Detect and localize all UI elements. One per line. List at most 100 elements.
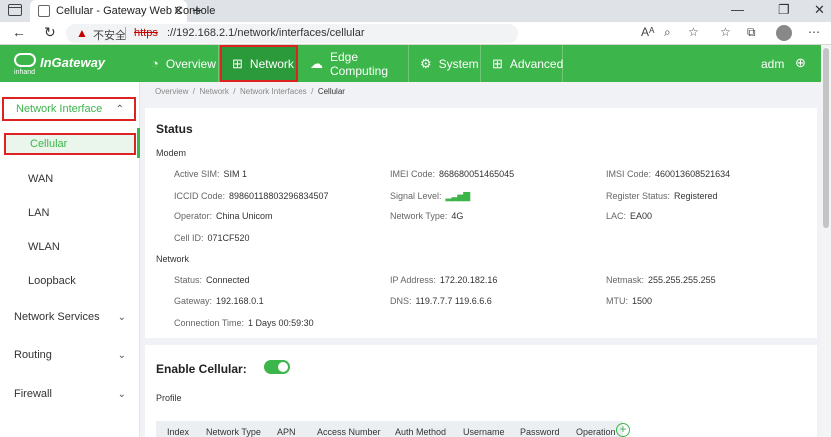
close-window-icon[interactable]: ✕ (814, 2, 825, 18)
sidebar-item-lan[interactable]: LAN (4, 202, 136, 224)
field-label: Signal Level: (390, 191, 442, 201)
column-header: Username (463, 427, 505, 437)
field-label: IMEI Code: (390, 169, 436, 179)
field-imsi: IMSI Code: 460013608521634 (606, 169, 730, 179)
enable-cellular-toggle[interactable] (264, 360, 290, 374)
refresh-icon[interactable]: ↻ (44, 24, 56, 41)
column-header: Network Type (206, 427, 261, 437)
sidebar-group-label: Firewall (14, 388, 52, 400)
nav-system[interactable]: ⚙ System (409, 45, 481, 82)
field-mtu: MTU: 1500 (606, 296, 652, 306)
warning-icon: ▲ (76, 26, 88, 40)
new-tab-icon[interactable]: + (192, 1, 202, 21)
field-lac: LAC: EA00 (606, 211, 652, 221)
minimize-icon[interactable]: — (731, 2, 744, 17)
chevron-down-icon: ⌄ (117, 349, 126, 361)
field-value: 89860118803296834507 (229, 191, 329, 201)
sidebar-item-wan[interactable]: WAN (4, 168, 136, 190)
brand-name: InGateway (40, 55, 106, 70)
address-bar-row: ← ↻ ▲ 不安全 https ://192.168.2.1/network/i… (0, 22, 831, 45)
nav-advanced[interactable]: ⊞ Advanced (481, 45, 563, 82)
nav-network[interactable]: ⊞ Network (220, 45, 298, 82)
field-label: Active SIM: (174, 169, 220, 179)
status-title: Status (156, 122, 193, 136)
sidebar-group-network-interface[interactable]: Network Interface ⌃ (2, 97, 136, 121)
back-icon[interactable]: ← (12, 24, 26, 40)
scrollbar-thumb[interactable] (823, 48, 829, 228)
profile-table-header: Index Network Type APN Access Number Aut… (156, 421, 623, 437)
browser-tab-strip: Cellular - Gateway Web Console ✕ + — ❐ ✕ (0, 0, 831, 22)
sidebar-item-wlan[interactable]: WLAN (4, 236, 136, 258)
sidebar-item-label: WLAN (28, 241, 60, 253)
sidebar-item-label: Cellular (30, 138, 68, 150)
collections-icon[interactable]: ⧉ (747, 25, 756, 40)
restore-icon[interactable]: ❐ (778, 2, 790, 18)
chevron-up-icon: ⌃ (115, 103, 124, 115)
field-label: ICCID Code: (174, 191, 226, 201)
field-signal-level: Signal Level: ▂▃▅▇ (390, 191, 471, 202)
field-value: SIM 1 (223, 169, 248, 179)
field-label: DNS: (390, 296, 412, 306)
sidebar-item-label: WAN (28, 173, 54, 185)
column-header: APN (277, 427, 296, 437)
sidebar-group-network-services[interactable]: Network Services ⌄ (2, 305, 136, 329)
field-label: IMSI Code: (606, 169, 652, 179)
sidebar-item-label: Loopback (28, 275, 76, 287)
sidebar-group-label: Network Services (14, 311, 100, 323)
address-bar[interactable]: ▲ 不安全 https ://192.168.2.1/network/inter… (66, 24, 518, 43)
sidebar-item-label: LAN (28, 207, 50, 219)
breadcrumb-current: Cellular (317, 87, 345, 96)
app-header: InGateway inhand ◔ Overview ⊞ Network ☁ … (0, 45, 821, 82)
nav-overview[interactable]: ◔ Overview (139, 45, 219, 82)
field-value: 1500 (632, 296, 653, 306)
tab-favicon-icon (38, 5, 50, 17)
field-value: 255.255.255.255 (648, 275, 716, 285)
column-header: Password (520, 427, 560, 437)
field-register-status: Register Status: Registered (606, 191, 718, 201)
browser-tab[interactable]: Cellular - Gateway Web Console ✕ (30, 0, 215, 22)
tab-close-icon[interactable]: ✕ (173, 3, 184, 19)
field-iccid: ICCID Code: 89860118803296834507 (174, 191, 328, 201)
field-value: Registered (674, 191, 718, 201)
breadcrumb-network-interfaces[interactable]: Network Interfaces (240, 87, 307, 96)
chevron-down-icon: ⌄ (117, 388, 126, 400)
nav-label: Network (249, 56, 294, 71)
field-operator: Operator: China Unicom (174, 211, 273, 221)
field-label: Register Status: (606, 191, 671, 201)
field-label: LAC: (606, 211, 627, 221)
read-aloud-icon[interactable]: Aᴬ (641, 25, 654, 39)
more-menu-icon[interactable]: ⋯ (808, 25, 820, 39)
favorite-add-icon[interactable]: ☆ (688, 25, 699, 39)
field-connection-time: Connection Time: 1 Days 00:59:30 (174, 318, 314, 328)
status-card: Status Modem Active SIM: SIM 1 IMEI Code:… (145, 108, 817, 338)
breadcrumb-separator: / (233, 87, 236, 96)
breadcrumb-network[interactable]: Network (199, 87, 228, 96)
sidebar-group-routing[interactable]: Routing ⌄ (2, 343, 136, 367)
language-globe-icon[interactable]: ⊕ (795, 55, 806, 71)
network-icon: ⊞ (232, 55, 243, 71)
sidebar-item-cellular[interactable]: Cellular (4, 133, 136, 155)
breadcrumb-separator: / (311, 87, 314, 96)
favorites-icon[interactable]: ☆ (720, 25, 731, 39)
breadcrumb-overview[interactable]: Overview (155, 87, 188, 96)
window-menu-icon[interactable] (8, 4, 22, 16)
add-profile-icon[interactable]: + (616, 423, 630, 437)
field-value: 119.7.7.7 119.6.6.6 (415, 296, 492, 306)
zoom-icon[interactable]: ⌕ (664, 25, 671, 40)
url-separator (125, 27, 126, 40)
profile-avatar[interactable] (776, 25, 792, 41)
field-value: 172.20.182.16 (439, 275, 498, 285)
sidebar-group-label: Network Interface (16, 103, 103, 115)
cellular-config-card: Enable Cellular: Profile Index Network T… (145, 345, 817, 437)
nav-edge-computing[interactable]: ☁ Edge Computing (299, 45, 409, 82)
user-menu[interactable]: adm (761, 57, 784, 71)
nav-label: Advanced (509, 56, 564, 71)
field-cell-id: Cell ID: 071CF520 (174, 233, 250, 243)
field-value: 192.168.0.1 (216, 296, 264, 306)
sidebar-item-loopback[interactable]: Loopback (4, 270, 136, 292)
cloud-icon: ☁ (310, 55, 323, 71)
chevron-down-icon: ⌄ (117, 311, 126, 323)
sidebar-group-firewall[interactable]: Firewall ⌄ (2, 382, 136, 406)
signal-bars-icon: ▂▃▅▇ (445, 191, 471, 201)
breadcrumb-separator: / (192, 87, 196, 96)
